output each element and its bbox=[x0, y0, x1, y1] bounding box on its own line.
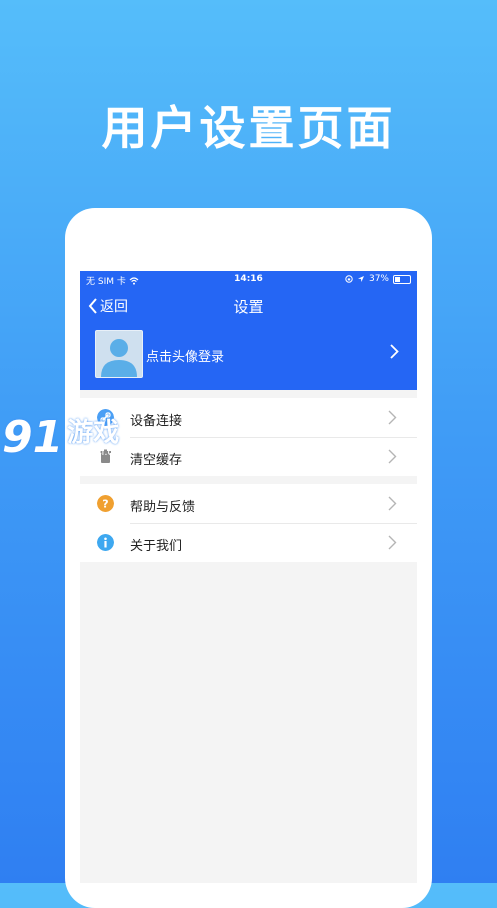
lock-rotation-icon bbox=[345, 275, 353, 283]
location-icon bbox=[357, 276, 364, 282]
profile-header[interactable]: 点击头像登录 bbox=[80, 322, 417, 390]
menu-item-device-connect[interactable]: 设备连接 bbox=[80, 398, 417, 437]
menu-item-label: 帮助与反馈 bbox=[130, 500, 196, 515]
svg-text:?: ? bbox=[102, 498, 108, 511]
nav-bar: 返回 设置 bbox=[80, 288, 417, 322]
chevron-right-icon bbox=[388, 449, 397, 464]
link-icon bbox=[97, 409, 114, 426]
menu-item-about-us[interactable]: 关于我们 bbox=[80, 523, 417, 562]
chevron-right-icon bbox=[388, 535, 397, 550]
trash-icon bbox=[100, 449, 111, 463]
user-icon bbox=[101, 339, 137, 377]
battery-percent: 37% bbox=[368, 274, 389, 284]
chevron-right-icon bbox=[388, 496, 397, 511]
menu-item-clear-cache[interactable]: 清空缓存 bbox=[80, 437, 417, 476]
menu-item-help-feedback[interactable]: ? 帮助与反馈 bbox=[80, 484, 417, 523]
menu-item-label: 设备连接 bbox=[130, 414, 183, 429]
question-icon: ? bbox=[97, 495, 114, 512]
menu-item-label: 清空缓存 bbox=[130, 453, 183, 468]
menu-item-label: 关于我们 bbox=[130, 539, 183, 554]
promo-headline: 用户设置页面 bbox=[101, 101, 396, 155]
avatar[interactable] bbox=[95, 330, 143, 378]
watermark-number: 91 bbox=[2, 412, 64, 463]
info-icon bbox=[97, 534, 114, 551]
chevron-right-icon bbox=[390, 344, 399, 359]
status-bar: 无 SIM 卡 14:16 37% bbox=[80, 271, 417, 288]
app-screen: 无 SIM 卡 14:16 37% 返回 设置 点击头像登录 设备连接 清空缓存… bbox=[80, 271, 417, 883]
menu-group-support: ? 帮助与反馈 关于我们 bbox=[80, 484, 417, 562]
login-prompt: 点击头像登录 bbox=[146, 350, 225, 365]
menu-group-device: 设备连接 清空缓存 bbox=[80, 398, 417, 476]
chevron-right-icon bbox=[388, 410, 397, 425]
page-title: 设置 bbox=[233, 298, 264, 316]
battery-icon bbox=[393, 274, 411, 284]
